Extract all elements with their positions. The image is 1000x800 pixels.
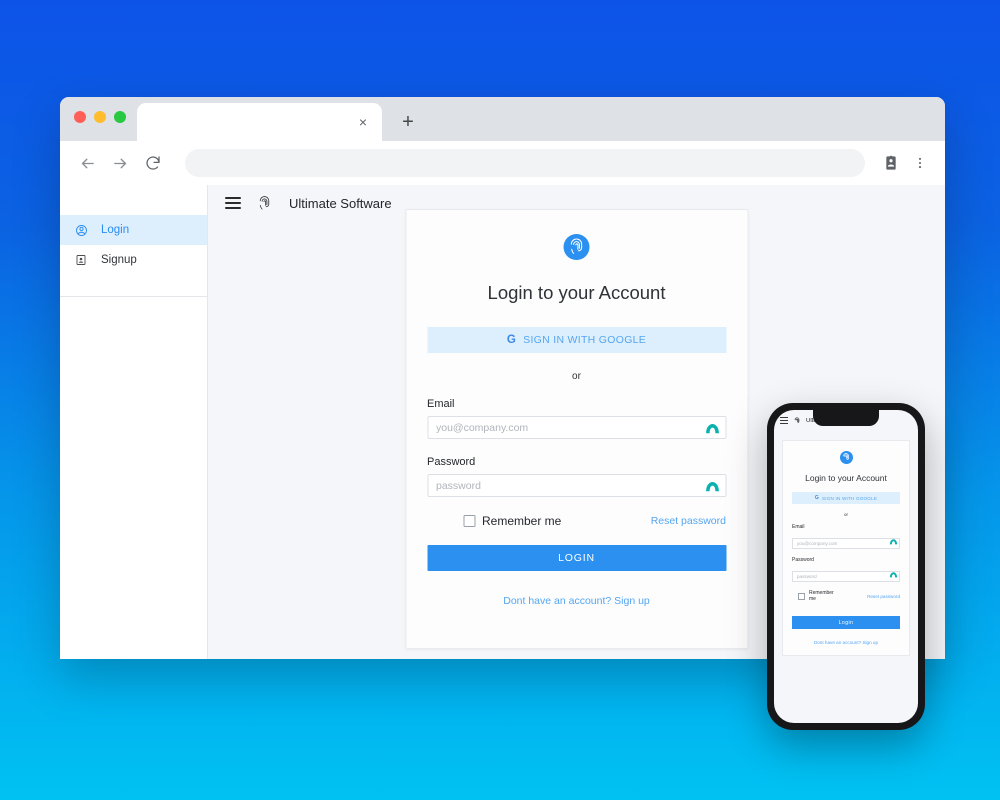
checkbox-box[interactable] (798, 592, 805, 600)
sidebar-divider (60, 296, 207, 297)
login-button[interactable]: LOGIN (427, 545, 726, 571)
phone-remember-me-label: Remember me (809, 590, 834, 603)
app-sidebar: Login Signup (60, 185, 208, 659)
signup-prompt-link[interactable]: Dont have an account? Sign up (427, 595, 726, 607)
password-manager-icon[interactable] (704, 420, 721, 435)
phone-login-card-title: Login to your Account (805, 473, 887, 483)
phone-password-label: Password (792, 557, 814, 563)
profile-card-icon[interactable] (878, 150, 904, 176)
close-tab-icon[interactable]: × (354, 113, 372, 131)
phone-mockup: Ultimate Software Login to your Account … (767, 403, 925, 730)
password-label: Password (427, 456, 476, 468)
back-arrow-icon[interactable] (72, 148, 102, 178)
app-brand-name: Ultimate Software (289, 195, 392, 211)
phone-reset-password-link[interactable]: Reset password (867, 594, 900, 599)
reset-password-link[interactable]: Reset password (651, 515, 726, 527)
browser-tab[interactable]: × (137, 103, 382, 141)
email-field-wrap (427, 416, 726, 439)
sign-in-with-google-label: SIGN IN WITH GOOGLE (523, 334, 647, 346)
password-manager-icon[interactable] (704, 478, 721, 493)
password-manager-icon[interactable] (889, 537, 898, 545)
phone-remember-me-checkbox[interactable]: Remember me (798, 590, 837, 603)
sidebar-item-login[interactable]: Login (60, 215, 207, 245)
account-circle-icon (74, 223, 88, 237)
phone-sign-in-with-google-label: SIGN IN WITH GOOGLE (821, 495, 878, 501)
password-input[interactable] (427, 474, 726, 497)
new-tab-button[interactable]: + (394, 108, 422, 136)
google-g-icon: G (506, 334, 517, 346)
fingerprint-logo-icon (839, 451, 853, 464)
phone-screen: Ultimate Software Login to your Account … (774, 410, 918, 723)
divider-text: or (572, 371, 581, 382)
phone-sign-in-with-google-button[interactable]: G SIGN IN WITH GOOGLE (792, 492, 900, 504)
remember-me-label: Remember me (482, 514, 562, 528)
fingerprint-icon (258, 195, 272, 211)
checkbox-box[interactable] (463, 515, 475, 527)
sign-in-with-google-button[interactable]: G SIGN IN WITH GOOGLE (427, 327, 726, 353)
google-g-icon: G (814, 495, 819, 501)
phone-email-field-wrap (792, 532, 900, 550)
phone-login-card: Login to your Account G SIGN IN WITH GOO… (782, 440, 910, 656)
forward-arrow-icon[interactable] (105, 148, 135, 178)
phone-remember-row: Remember me Reset password (792, 590, 900, 603)
fingerprint-icon (794, 412, 800, 430)
hamburger-menu-icon[interactable] (225, 197, 241, 209)
phone-divider-text: or (843, 512, 848, 517)
address-bar-input[interactable] (185, 149, 865, 177)
minimize-window-button[interactable] (94, 111, 106, 123)
password-field-group: Password (427, 456, 726, 497)
login-card: Login to your Account G SIGN IN WITH GOO… (405, 209, 748, 649)
phone-email-input[interactable] (792, 538, 900, 549)
phone-email-label: Email (792, 524, 805, 530)
email-field-group: Email (427, 398, 726, 439)
login-card-title: Login to your Account (487, 282, 666, 303)
phone-password-field-wrap (792, 565, 900, 583)
close-window-button[interactable] (74, 111, 86, 123)
sidebar-item-login-label: Login (101, 224, 130, 236)
phone-password-input[interactable] (792, 571, 900, 582)
three-dot-menu-icon[interactable] (907, 150, 933, 176)
remember-me-checkbox[interactable]: Remember me (463, 514, 561, 528)
password-manager-icon[interactable] (889, 570, 898, 578)
phone-login-button[interactable]: Login (792, 616, 900, 629)
email-label: Email (427, 398, 455, 410)
sidebar-item-signup[interactable]: Signup (60, 245, 207, 275)
password-field-wrap (427, 474, 726, 497)
window-traffic-lights (74, 111, 126, 123)
maximize-window-button[interactable] (114, 111, 126, 123)
browser-tab-strip: × + (60, 97, 945, 141)
fingerprint-logo-icon (563, 234, 590, 260)
remember-row: Remember me Reset password (427, 514, 726, 528)
sidebar-item-signup-label: Signup (101, 254, 137, 266)
badge-icon (74, 253, 88, 267)
phone-notch (813, 410, 879, 426)
hamburger-menu-icon[interactable] (780, 417, 788, 424)
reload-icon[interactable] (138, 148, 168, 178)
browser-toolbar (60, 141, 945, 185)
email-input[interactable] (427, 416, 726, 439)
phone-signup-prompt-link[interactable]: Dont have an account? Sign up (792, 640, 900, 645)
